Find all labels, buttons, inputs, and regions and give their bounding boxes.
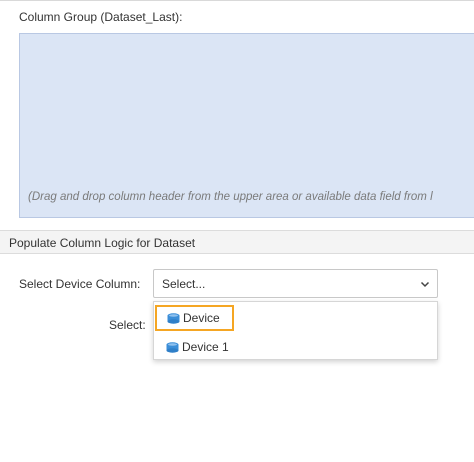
chevron-down-icon [420,281,430,288]
page: Column Group (Dataset_Last): (Drag and d… [0,0,474,462]
column-drop-zone[interactable]: (Drag and drop column header from the up… [19,33,474,218]
device-column-label: Select Device Column: [19,277,141,291]
database-icon [166,341,179,353]
dropdown-option-label: Device 1 [182,340,229,354]
database-icon [167,312,180,324]
device-column-select[interactable]: Select... [153,269,438,298]
select-label: Select: [109,318,146,332]
dropdown-option-label: Device [183,311,220,325]
drop-hint-text: (Drag and drop column header from the up… [28,191,433,203]
populate-section-header: Populate Column Logic for Dataset [0,230,474,254]
device-column-select-value: Select... [162,277,206,291]
column-group-label: Column Group (Dataset_Last): [19,10,183,24]
column-group-panel: Column Group (Dataset_Last): (Drag and d… [0,0,474,229]
dropdown-option-device-1[interactable]: Device 1 [166,335,229,359]
device-column-dropdown: Device Device 1 [153,301,438,360]
dropdown-option-device[interactable]: Device [155,305,234,331]
populate-section-title: Populate Column Logic for Dataset [9,236,196,250]
